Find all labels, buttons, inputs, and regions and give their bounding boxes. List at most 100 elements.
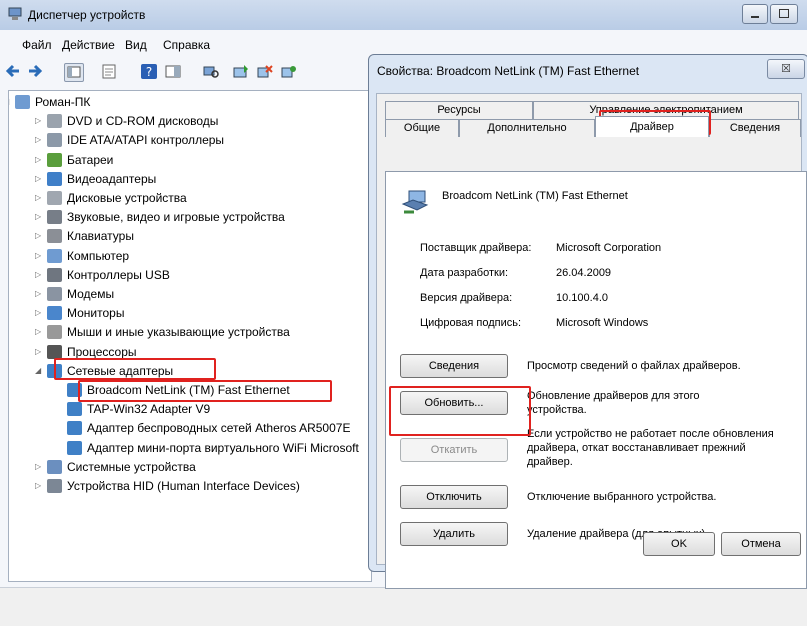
expand-arrow-icon[interactable]: ▷ [35,251,44,260]
tree-item-label: Батареи [67,152,114,167]
driver-date-value: 26.04.2009 [556,267,612,279]
driver-date-label: Дата разработки: [420,267,509,279]
tree-item-label: Устройства HID (Human Interface Devices) [67,479,300,493]
system-devices-icon [47,459,62,474]
maximize-icon [779,9,789,18]
expand-arrow-icon[interactable]: ▷ [35,193,44,202]
network-adapter-icon [67,402,82,417]
back-arrow-icon [5,64,19,78]
forward-button[interactable] [26,63,44,80]
disable-device-icon [281,66,296,78]
expand-arrow-icon[interactable]: ▷ [35,289,44,298]
expand-arrow-icon[interactable]: ▷ [35,327,44,336]
properties-button[interactable] [100,63,118,80]
tree-item-label: DVD и CD-ROM дисководы [67,114,219,129]
dvd-drive-icon [47,114,62,129]
uninstall-driver-button[interactable]: Удалить [400,522,508,546]
tree-item-label: Адаптер мини-порта виртуального WiFi Mic… [87,440,359,455]
cancel-button[interactable]: Отмена [721,532,801,556]
driver-version-value: 10.100.4.0 [556,292,608,304]
roll-back-description: Если устройство не работает после обновл… [527,428,774,468]
tab-details[interactable]: Сведения [709,119,801,137]
speaker-icon [47,210,62,225]
tree-item-label: Адаптер беспроводных сетей Atheros AR500… [87,421,351,436]
network-adapter-icon [67,440,82,455]
battery-icon [47,152,62,167]
show-hide-tree-button[interactable] [64,63,84,82]
tree-item-label: Дисковые устройства [67,191,187,205]
driver-provider-value: Microsoft Corporation [556,242,662,254]
device-name: Broadcom NetLink (TM) Fast Ethernet [442,190,628,202]
title-bar: Диспетчер устройств [0,0,807,30]
computer-icon [15,95,30,109]
back-button[interactable] [4,63,22,80]
expand-arrow-icon[interactable]: ▷ [35,270,44,279]
menu-view[interactable]: Вид [125,38,147,52]
menu-action[interactable]: Действие [62,38,115,52]
expand-arrow-icon[interactable]: ▷ [35,212,44,221]
tab-general-label: Общие [403,122,441,134]
tab-resources-label: Ресурсы [437,104,481,116]
display-adapter-icon [47,171,62,186]
digital-signature-label: Цифровая подпись: [420,317,522,329]
expand-arrow-icon[interactable]: ▷ [35,174,44,183]
network-adapter-icon [401,190,429,214]
tree-item-label: Звуковые, видео и игровые устройства [67,210,285,225]
tree-item-label: Системные устройства [67,459,196,474]
minimize-button[interactable] [742,4,768,24]
keyboard-icon [47,229,62,244]
expand-arrow-icon[interactable]: ▷ [35,481,44,490]
dialog-title: Свойства: Broadcom NetLink (TM) Fast Eth… [377,64,640,78]
disable-button[interactable] [280,63,298,80]
update-driver-icon [233,65,248,78]
driver-details-description: Просмотр сведений о файлах драйверов. [527,360,741,372]
driver-version-label: Версия драйвера: [420,292,513,304]
tab-advanced[interactable]: Дополнительно [459,119,595,137]
collapse-arrow-icon[interactable]: ◢ [9,97,12,106]
tab-driver[interactable]: Драйвер [595,116,709,137]
menu-file[interactable]: Файл [22,38,52,52]
expand-arrow-icon[interactable]: ▷ [35,462,44,471]
scan-hardware-button[interactable] [202,63,220,80]
tab-resources[interactable]: Ресурсы [385,101,533,119]
tab-driver-label: Драйвер [630,121,674,133]
update-driver-button[interactable] [232,63,250,80]
console-tree-icon [67,66,81,78]
expand-arrow-icon[interactable]: ▷ [35,347,44,356]
help-icon: ? [141,64,157,79]
tree-item-label: Модемы [67,287,115,301]
menu-help[interactable]: Справка [163,38,210,52]
dialog-close-button[interactable]: ☒ [767,59,805,79]
tab-general[interactable]: Общие [385,119,459,137]
expand-arrow-icon[interactable]: ▷ [35,155,44,164]
uninstall-button[interactable] [256,63,274,80]
disable-device-button[interactable]: Отключить [400,485,508,509]
expand-arrow-icon[interactable]: ▷ [35,308,44,317]
expand-arrow-icon[interactable]: ▷ [35,231,44,240]
menu-bar: Файл Действие Вид Справка [0,36,807,56]
collapse-arrow-icon[interactable]: ◢ [35,366,44,375]
hid-icon [47,479,62,493]
driver-tab-panel: Broadcom NetLink (TM) Fast Ethernet Пост… [385,171,807,589]
maximize-button[interactable] [770,4,798,24]
help-button[interactable]: ? [140,63,158,80]
disk-drive-icon [47,191,62,205]
uninstall-icon [257,65,273,78]
computer-icon [47,248,62,263]
minimize-icon [751,16,759,18]
update-driver-description: Обновление драйверов для этого устройств… [527,390,700,416]
highlight-broadcom-node [78,380,332,402]
tree-item-label: Роман-ПК [35,95,91,109]
tab-advanced-label: Дополнительно [487,122,567,134]
expand-arrow-icon[interactable]: ▷ [35,116,44,125]
usb-icon [47,267,62,282]
roll-back-driver-button[interactable]: Откатить [400,438,508,462]
ok-button[interactable]: OK [643,532,715,556]
device-tree[interactable]: ◢ Роман-ПК ▷ DVD и CD-ROM дисководы ▷ IDE ATA… [8,90,372,582]
processor-icon [47,344,62,359]
action-pane-button[interactable] [164,63,182,80]
tab-details-label: Сведения [729,122,781,134]
expand-arrow-icon[interactable]: ▷ [35,135,44,144]
tree-item-label: Контроллеры USB [67,267,170,282]
driver-details-button[interactable]: Сведения [400,354,508,378]
